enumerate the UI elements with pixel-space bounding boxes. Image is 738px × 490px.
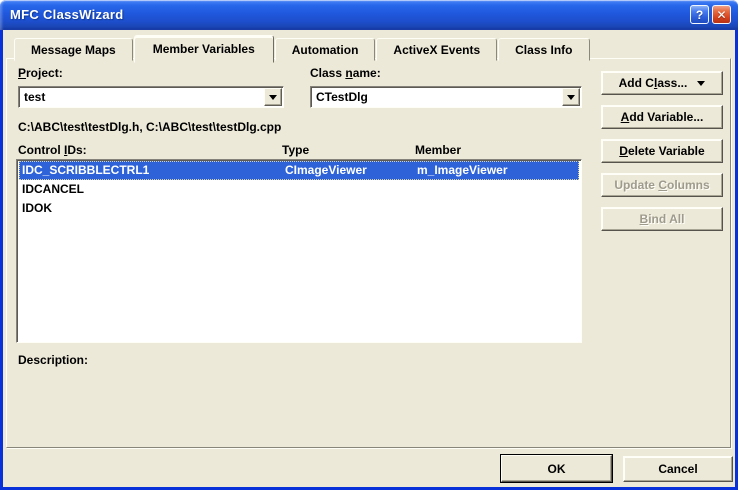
- class-files-path: C:\ABC\test\testDlg.h, C:\ABC\test\testD…: [18, 120, 281, 134]
- tab-message-maps[interactable]: Message Maps: [14, 38, 133, 61]
- ok-button-label: OK: [548, 462, 566, 476]
- cell-type: CImageViewer: [285, 163, 367, 177]
- cell-id: IDC_SCRIBBLECTRL1: [22, 163, 149, 177]
- list-row-idok[interactable]: IDOK: [19, 199, 579, 218]
- delete-variable-button[interactable]: Delete Variable: [601, 139, 723, 163]
- cell-id: IDOK: [22, 201, 52, 215]
- cancel-button-label: Cancel: [658, 462, 697, 476]
- cell-id: IDCANCEL: [22, 182, 84, 196]
- bind-all-button: Bind All: [601, 207, 723, 231]
- chevron-down-icon: [567, 95, 575, 100]
- help-button[interactable]: ?: [690, 5, 709, 24]
- control-ids-label: Control IDs:: [18, 143, 87, 157]
- add-variable-button[interactable]: Add Variable...: [601, 105, 723, 129]
- tab-strip: Message MapsMember VariablesAutomationAc…: [14, 33, 591, 61]
- close-button[interactable]: ✕: [712, 5, 731, 24]
- list-row-idcancel[interactable]: IDCANCEL: [19, 180, 579, 199]
- control-ids-listbox[interactable]: IDC_SCRIBBLECTRL1 CImageViewer m_ImageView…: [16, 159, 582, 343]
- project-value: test: [24, 90, 45, 104]
- description-label: Description:: [18, 353, 88, 367]
- delete-variable-button-label: Delete Variable: [619, 144, 704, 158]
- project-dropdown-button[interactable]: [264, 88, 282, 106]
- class-name-dropdown-button[interactable]: [562, 88, 580, 106]
- title-bar[interactable]: MFC ClassWizard ? ✕: [0, 0, 738, 30]
- mfc-classwizard-window: MFC ClassWizard ? ✕ Message MapsMember V…: [0, 0, 738, 490]
- add-class-button-label: Add Class...: [619, 76, 688, 90]
- bind-all-button-label: Bind All: [640, 212, 685, 226]
- update-columns-button-label: Update Columns: [614, 178, 709, 192]
- update-columns-button: Update Columns: [601, 173, 723, 197]
- tab-class-info[interactable]: Class Info: [498, 38, 589, 61]
- project-label: Project:: [18, 66, 63, 80]
- dialog-client-area: Message MapsMember VariablesAutomationAc…: [3, 30, 735, 487]
- class-name-label: Class name:: [310, 66, 381, 80]
- class-name-combobox[interactable]: CTestDlg: [310, 86, 582, 108]
- close-icon: ✕: [716, 9, 726, 21]
- cancel-button[interactable]: Cancel: [623, 456, 733, 482]
- dropdown-arrow-icon: [697, 81, 705, 86]
- help-icon: ?: [696, 9, 703, 21]
- project-combobox[interactable]: test: [18, 86, 284, 108]
- type-column-header: Type: [282, 143, 309, 157]
- ok-button[interactable]: OK: [500, 454, 613, 483]
- cell-member: m_ImageViewer: [417, 163, 508, 177]
- tab-activex-events[interactable]: ActiveX Events: [376, 38, 497, 61]
- add-variable-button-label: Add Variable...: [621, 110, 704, 124]
- add-class-button[interactable]: Add Class...: [601, 71, 723, 95]
- list-row-idc_scribblectrl1[interactable]: IDC_SCRIBBLECTRL1 CImageViewer m_ImageView…: [19, 161, 579, 180]
- tab-member-variables[interactable]: Member Variables: [134, 35, 274, 63]
- window-title: MFC ClassWizard: [10, 7, 123, 22]
- member-column-header: Member: [415, 143, 461, 157]
- tab-automation[interactable]: Automation: [275, 38, 376, 61]
- class-name-value: CTestDlg: [316, 90, 368, 104]
- chevron-down-icon: [269, 95, 277, 100]
